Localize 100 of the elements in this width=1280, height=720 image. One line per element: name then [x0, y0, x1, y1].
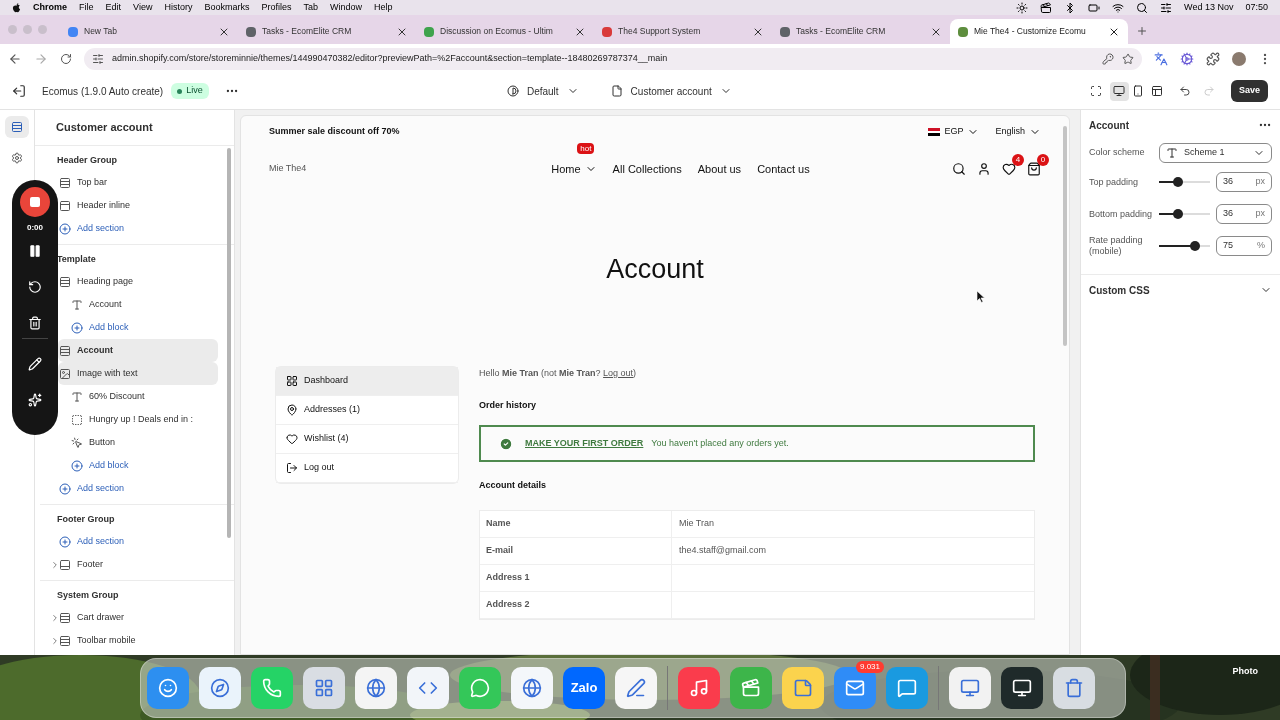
translate-icon[interactable]	[1154, 51, 1168, 66]
browser-tab[interactable]: Discussion on Ecomus - Ultim	[416, 19, 594, 44]
effects-icon[interactable]	[28, 393, 42, 407]
variant-dropdown[interactable]: Default	[506, 83, 579, 99]
expand-icon[interactable]	[50, 635, 60, 646]
trash-icon[interactable]	[28, 316, 42, 330]
compass-app-icon[interactable]	[199, 667, 241, 709]
reload-icon[interactable]	[60, 52, 72, 65]
sun-icon[interactable]	[1016, 1, 1029, 14]
heart-icon[interactable]	[1002, 162, 1016, 176]
menu-item[interactable]: Bookmarks	[204, 0, 250, 15]
globe-app-icon[interactable]	[511, 667, 553, 709]
nav-link[interactable]: Contact us	[757, 160, 810, 178]
scheme-select[interactable]: Scheme 1	[1159, 143, 1272, 163]
trash-app-icon[interactable]	[1053, 667, 1095, 709]
smiley-app-icon[interactable]	[147, 667, 189, 709]
app-icon[interactable]: Zalo	[563, 667, 605, 709]
wifi-icon[interactable]	[1112, 1, 1125, 14]
search-icon[interactable]	[952, 162, 966, 176]
number-field[interactable]: 36 px	[1216, 172, 1272, 192]
chat-app-icon[interactable]	[886, 667, 928, 709]
control-center-icon[interactable]	[1160, 1, 1173, 14]
menu-item[interactable]: History	[164, 0, 193, 15]
browser-tab[interactable]: Mie The4 - Customize Ecomu	[950, 19, 1128, 44]
desktop-file-label[interactable]: Photo	[1232, 665, 1258, 679]
back-icon[interactable]	[8, 51, 22, 66]
window-thumbnail[interactable]	[1001, 667, 1043, 709]
nav-link[interactable]: All Collections	[612, 160, 682, 178]
expand-icon[interactable]	[50, 612, 60, 623]
browser-tab[interactable]: The4 Support System	[594, 19, 772, 44]
tree-item[interactable]: Account	[58, 339, 218, 362]
sections-tab[interactable]	[5, 116, 29, 138]
clapperboard-app-icon[interactable]	[730, 667, 772, 709]
pen-app-icon[interactable]	[615, 667, 657, 709]
account-menu-item[interactable]: Wishlist (4)	[276, 425, 458, 454]
currency-dropdown[interactable]: EGP	[928, 125, 980, 139]
template-dropdown[interactable]: Customer account	[610, 83, 732, 99]
menu-item[interactable]: Tab	[303, 0, 318, 15]
nav-link[interactable]: Home	[551, 160, 581, 178]
add-button[interactable]: Add section	[58, 530, 218, 553]
save-button[interactable]: Save	[1230, 80, 1268, 102]
add-button[interactable]: Add section	[58, 217, 218, 240]
store-logo[interactable]: Mie The4	[269, 162, 449, 176]
tree-item[interactable]: Hungry up ! Deals end in :	[58, 408, 218, 431]
inspector-icon[interactable]	[1089, 85, 1102, 97]
menu-item[interactable]: Window	[329, 0, 362, 15]
pause-icon[interactable]	[28, 244, 42, 258]
account-menu-item[interactable]: Dashboard	[276, 367, 458, 396]
menu-item[interactable]: Profiles	[261, 0, 292, 15]
stop-button[interactable]	[20, 187, 50, 217]
restart-icon[interactable]	[28, 280, 42, 294]
site-info-icon[interactable]	[92, 52, 104, 65]
add-button[interactable]: Add block	[58, 316, 218, 339]
code-app-icon[interactable]	[407, 667, 449, 709]
menu-item[interactable]: View	[133, 0, 153, 15]
number-field[interactable]: 36 px	[1216, 204, 1272, 224]
bag-icon[interactable]	[1027, 162, 1041, 176]
tree-item[interactable]: Cart drawer	[58, 606, 218, 629]
tree-item[interactable]: Button	[58, 431, 218, 454]
extension-icon[interactable]	[1180, 51, 1194, 66]
mail-app-icon[interactable]	[834, 667, 876, 709]
menu-item[interactable]: Help	[374, 0, 393, 15]
expand-icon[interactable]	[50, 559, 60, 570]
scrollbar[interactable]	[1063, 126, 1067, 346]
menubar-time[interactable]: 07:50	[1245, 0, 1268, 15]
tree-item[interactable]: Toolbar mobile	[58, 629, 218, 652]
battery-icon[interactable]	[1088, 1, 1101, 14]
language-dropdown[interactable]: English	[995, 125, 1041, 139]
search-icon[interactable]	[1136, 1, 1149, 14]
account-menu-item[interactable]: Addresses (1)	[276, 396, 458, 425]
browser-tab[interactable]: Tasks - EcomElite CRM	[238, 19, 416, 44]
extensions-icon[interactable]	[1206, 51, 1220, 66]
undo-icon[interactable]	[1178, 85, 1191, 97]
apple-icon[interactable]	[12, 2, 21, 13]
tree-item[interactable]: Footer	[58, 553, 218, 576]
tree-item[interactable]: Account	[58, 293, 218, 316]
scrollbar[interactable]	[227, 148, 231, 538]
pencil-icon[interactable]	[28, 357, 42, 371]
first-order-link[interactable]: MAKE YOUR FIRST ORDER	[525, 436, 644, 451]
menubar-date[interactable]: Wed 13 Nov	[1184, 0, 1234, 15]
tree-item[interactable]: Top bar	[58, 171, 218, 194]
tree-item[interactable]: 60% Discount	[58, 385, 218, 408]
nav-link[interactable]: About us	[697, 160, 742, 178]
tree-item[interactable]: Image with text	[58, 362, 218, 385]
menu-item[interactable]: File	[79, 0, 94, 15]
window-thumbnail[interactable]	[949, 667, 991, 709]
number-field[interactable]: 75 %	[1216, 236, 1272, 256]
browser-tab[interactable]: New Tab	[60, 19, 238, 44]
app-menu[interactable]: Chrome	[33, 0, 67, 15]
browser-tab[interactable]: Tasks - EcomElite CRM	[772, 19, 950, 44]
slider-thumb[interactable]	[1172, 177, 1183, 187]
slider-thumb[interactable]	[1172, 209, 1183, 219]
tree-item[interactable]: Heading page	[58, 270, 218, 293]
new-tab-icon[interactable]	[1136, 25, 1148, 37]
music-app-icon[interactable]	[678, 667, 720, 709]
desktop-view-button[interactable]	[1109, 81, 1129, 101]
bookmark-star-icon[interactable]	[1122, 52, 1134, 65]
slider-thumb[interactable]	[1189, 241, 1200, 251]
key-icon[interactable]	[1102, 52, 1114, 65]
grid-app-icon[interactable]	[303, 667, 345, 709]
